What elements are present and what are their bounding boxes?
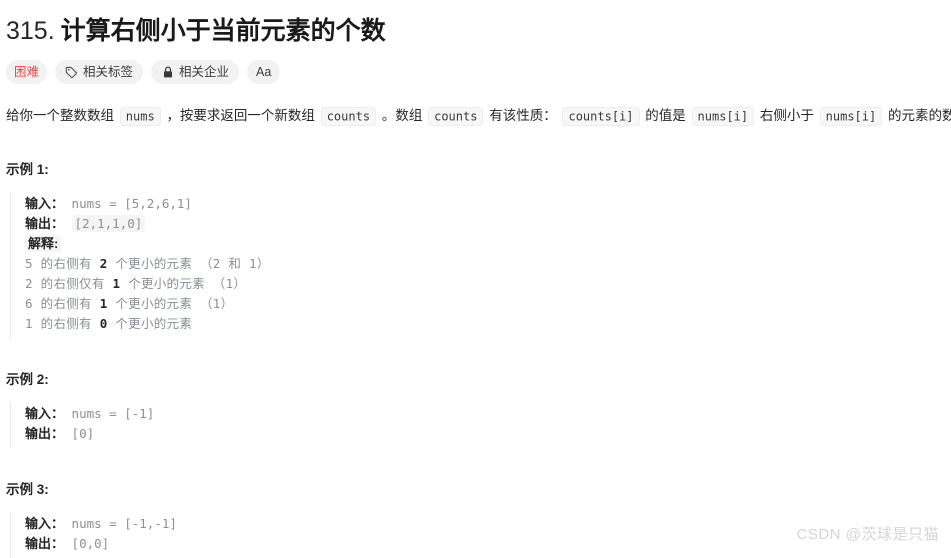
example-3-output-label: 输出： [25,536,65,551]
problem-description: 给你一个整数数组 nums ，按要求返回一个新数组 counts 。数组 cou… [6,104,951,128]
desc-code-counts: counts [320,106,377,126]
csdn-watermark: CSDN @茨球是只猫 [796,526,939,543]
related-companies-label: 相关企业 [179,65,230,79]
example-1-explain-line-4: 1 的右侧有 0 个更小的元素 [25,316,193,331]
badge-row: 困难 相关标签 相关企业 Aa [6,60,951,84]
desc-text-2: ，按要求返回一个新数组 [166,108,315,123]
desc-code-nums: nums [119,106,161,126]
page-title: 315. 计算右侧小于当前元素的个数 [6,14,951,48]
example-1-explain-line-2: 2 的右侧仅有 1 个更小的元素 （1） [25,276,247,291]
example-1-input-label: 输入： [25,196,65,211]
desc-code-nums-i-2: nums[i] [819,106,883,126]
related-companies-button[interactable]: 相关企业 [151,60,240,84]
difficulty-badge[interactable]: 困难 [6,60,48,84]
example-2-output-value: [0] [71,426,95,441]
example-2-output-label: 输出： [25,426,65,441]
example-2-input-value: nums = [-1] [71,406,155,421]
example-3-input-label: 输入： [25,516,65,531]
desc-text-3: 。数组 [381,108,423,123]
example-1-explain-line-1: 5 的右侧有 2 个更小的元素 （2 和 1） [25,256,270,271]
desc-code-counts-2: counts [428,106,484,126]
example-3-heading: 示例 3: [6,482,49,497]
desc-code-counts-i: counts[i] [562,106,640,126]
example-3-output-value: [0,0] [71,536,110,551]
desc-code-nums-i: nums[i] [691,106,755,126]
font-size-icon: Aa [256,65,272,79]
example-3-input-value: nums = [-1,-1] [71,516,177,531]
desc-text-1: 给你一个整数数组 [6,108,114,123]
lock-icon [161,66,174,79]
example-1-explain-line-3: 6 的右侧有 1 个更小的元素 （1） [25,296,234,311]
example-2-block: 输入： nums = [-1] 输出： [0] [10,402,951,448]
problem-page: 315. 计算右侧小于当前元素的个数 困难 相关标签 相关企业 Aa 给你一个整… [0,0,951,558]
example-2-input-label: 输入： [25,406,65,421]
related-tags-button[interactable]: 相关标签 [55,60,144,84]
example-2-heading: 示例 2: [6,372,49,387]
desc-text-7: 的元素的数量。 [888,108,951,123]
font-size-button[interactable]: Aa [247,60,281,84]
problem-title: 计算右侧小于当前元素的个数 [60,17,386,45]
desc-text-4: 有该性质： [489,108,557,123]
difficulty-label: 困难 [14,65,40,79]
example-1-output-value: [2,1,1,0] [71,215,146,232]
related-tags-label: 相关标签 [83,65,134,79]
problem-number: 315. [6,17,55,45]
example-1-input-value: nums = [5,2,6,1] [71,196,192,211]
desc-text-6: 右侧小于 [759,108,814,123]
desc-text-5: 的值是 [645,108,686,123]
example-1-block: 输入： nums = [5,2,6,1] 输出： [2,1,1,0] 解释: 5… [10,192,951,338]
tag-icon [65,66,78,79]
example-1-output-label: 输出： [25,216,65,231]
example-1-explain-label: 解释: [25,235,62,252]
example-1-heading: 示例 1: [6,162,49,177]
